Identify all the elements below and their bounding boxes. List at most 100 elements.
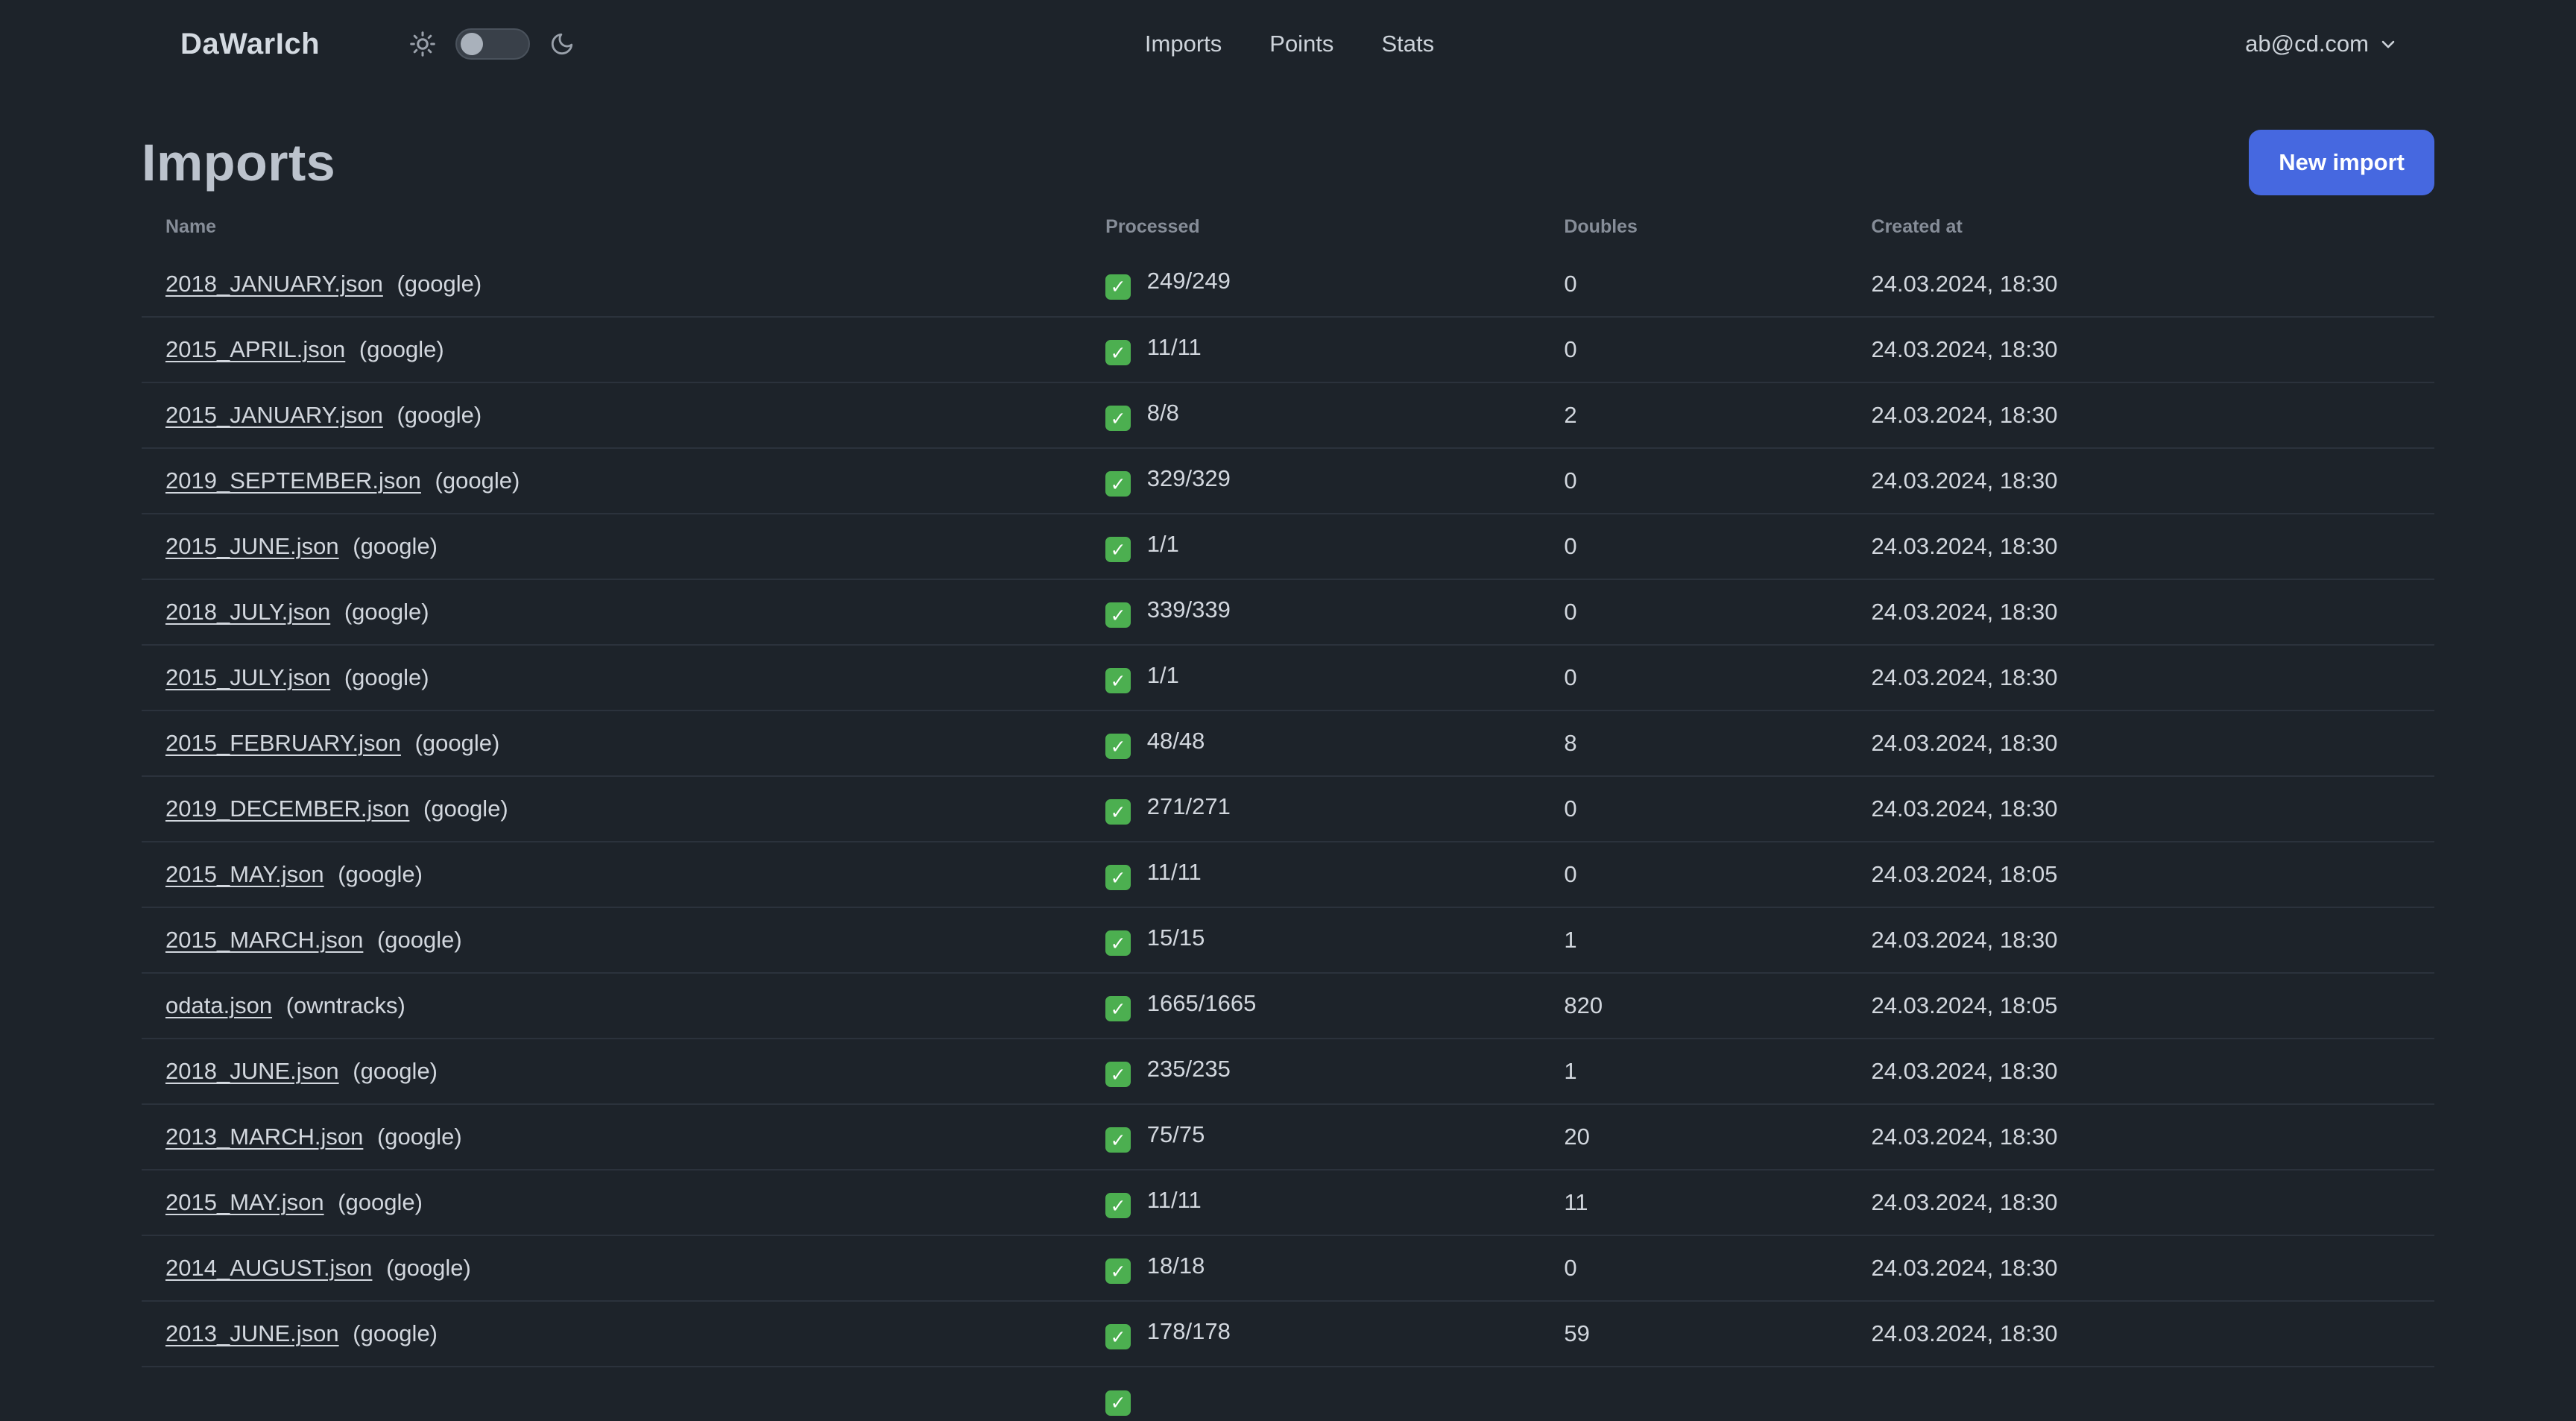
created-at-cell: 24.03.2024, 18:30: [1847, 907, 2434, 974]
import-source: (owntracks): [285, 992, 405, 1018]
table-row: 2015_JUNE.json (google) ✓ 1/1 0 24.03.20…: [142, 514, 2434, 580]
created-at-cell: 24.03.2024, 18:30: [1847, 448, 2434, 514]
import-file-link[interactable]: odata.json: [165, 992, 272, 1018]
table-row: 2018_JULY.json (google) ✓ 339/339 0 24.0…: [142, 579, 2434, 646]
import-file-link[interactable]: 2015_MAY.json: [165, 861, 324, 887]
chevron-down-icon: [2378, 34, 2399, 54]
name-cell: 2015_JULY.json (google): [142, 645, 1082, 711]
processed-cell: ✓ 11/11: [1082, 842, 1541, 908]
success-check-icon: ✓: [1105, 471, 1131, 497]
success-check-icon: ✓: [1105, 1127, 1131, 1153]
page-header: Imports New import: [142, 130, 2434, 195]
success-check-icon: ✓: [1105, 1193, 1131, 1219]
import-source: (google): [338, 861, 423, 887]
success-check-icon: ✓: [1105, 406, 1131, 432]
processed-count: 1/1: [1146, 661, 1179, 688]
success-check-icon: ✓: [1105, 340, 1131, 366]
import-file-link[interactable]: 2018_JULY.json: [165, 599, 330, 625]
column-header-name: Name: [165, 216, 217, 237]
processed-count: 15/15: [1146, 924, 1205, 951]
success-check-icon: ✓: [1105, 865, 1131, 891]
doubles-cell: 1: [1540, 907, 1848, 974]
processed-cell: ✓ 178/178: [1082, 1301, 1541, 1367]
import-file-link[interactable]: 2015_JULY.json: [165, 664, 330, 690]
processed-cell: ✓ 48/48: [1082, 710, 1541, 777]
import-source: (google): [344, 664, 429, 690]
import-file-link[interactable]: 2015_FEBRUARY.json: [165, 730, 401, 756]
created-at-cell: 24.03.2024, 18:30: [1847, 645, 2434, 711]
import-file-link[interactable]: 2015_JUNE.json: [165, 533, 339, 559]
name-cell: 2015_JANUARY.json (google): [142, 382, 1082, 449]
doubles-cell: 59: [1540, 1301, 1848, 1367]
processed-cell: ✓ 249/249: [1082, 251, 1541, 318]
import-file-link[interactable]: 2019_DECEMBER.json: [165, 795, 409, 822]
import-file-link[interactable]: 2015_JANUARY.json: [165, 402, 383, 428]
success-check-icon: ✓: [1105, 1062, 1131, 1088]
table-row: 2013_JUNE.json (google) ✓ 178/178 59 24.…: [142, 1301, 2434, 1367]
success-check-icon: ✓: [1105, 274, 1131, 300]
import-file-link[interactable]: 2018_JANUARY.json: [165, 271, 383, 297]
table-row: 2018_JUNE.json (google) ✓ 235/235 1 24.0…: [142, 1039, 2434, 1105]
created-at-cell: 24.03.2024, 18:30: [1847, 514, 2434, 580]
processed-count: 271/271: [1146, 793, 1231, 819]
doubles-cell: 0: [1540, 514, 1848, 580]
processed-cell: ✓ 271/271: [1082, 776, 1541, 842]
processed-count: 329/329: [1146, 464, 1231, 491]
doubles-cell: 0: [1540, 317, 1848, 383]
nav-link-imports[interactable]: Imports: [1145, 31, 1222, 57]
created-at-cell: 24.03.2024, 18:30: [1847, 579, 2434, 646]
name-cell: 2015_APRIL.json (google): [142, 317, 1082, 383]
doubles-cell: 0: [1540, 645, 1848, 711]
nav-link-stats[interactable]: Stats: [1381, 31, 1434, 57]
imports-page: Imports New import Name Processed Double…: [0, 130, 2576, 1421]
doubles-cell: 8: [1540, 710, 1848, 777]
success-check-icon: ✓: [1105, 668, 1131, 694]
import-file-link[interactable]: 2015_MAY.json: [165, 1189, 324, 1215]
processed-cell: ✓ 1665/1665: [1082, 973, 1541, 1039]
name-cell: odata.json (owntracks): [142, 973, 1082, 1039]
import-file-link[interactable]: 2014_AUGUST.json: [165, 1255, 372, 1281]
new-import-button[interactable]: New import: [2249, 130, 2434, 195]
created-at-cell: 24.03.2024, 18:30: [1847, 382, 2434, 449]
import-file-link[interactable]: 2015_MARCH.json: [165, 927, 363, 953]
import-file-link[interactable]: 2018_JUNE.json: [165, 1058, 339, 1084]
brand-logo[interactable]: DaWarIch: [180, 28, 320, 61]
processed-count: 75/75: [1146, 1121, 1205, 1147]
doubles-cell: 1: [1540, 1039, 1848, 1105]
import-file-link[interactable]: 2019_SEPTEMBER.json: [165, 467, 421, 494]
table-row: 2015_MAY.json (google) ✓ 11/11 11 24.03.…: [142, 1170, 2434, 1236]
import-file-link[interactable]: 2013_MARCH.json: [165, 1124, 363, 1150]
name-cell: 2015_JUNE.json (google): [142, 514, 1082, 580]
processed-cell: ✓ 235/235: [1082, 1039, 1541, 1105]
import-source: (google): [423, 795, 508, 822]
theme-toggle-group: [409, 28, 575, 60]
doubles-cell: 0: [1540, 579, 1848, 646]
import-source: (google): [359, 336, 444, 362]
nav-link-points[interactable]: Points: [1269, 31, 1333, 57]
name-cell: 2015_MARCH.json (google): [142, 907, 1082, 974]
theme-toggle-switch[interactable]: [455, 28, 531, 60]
processed-count: 18/18: [1146, 1252, 1205, 1279]
import-source: (google): [397, 270, 482, 297]
success-check-icon: ✓: [1105, 1324, 1131, 1350]
table-row: 2015_MAY.json (google) ✓ 11/11 0 24.03.2…: [142, 842, 2434, 908]
partial-processed-cell: ✓: [1082, 1367, 1540, 1421]
processed-count: 1/1: [1146, 530, 1179, 557]
imports-table-body: 2018_JANUARY.json (google) ✓ 249/249 0 2…: [142, 251, 2434, 1367]
success-check-icon: ✓: [1105, 734, 1131, 760]
user-menu[interactable]: ab@cd.com: [2245, 31, 2399, 57]
name-cell: 2018_JUNE.json (google): [142, 1039, 1082, 1105]
import-file-link[interactable]: 2013_JUNE.json: [165, 1320, 339, 1346]
doubles-cell: 0: [1540, 1235, 1848, 1302]
name-cell: 2013_MARCH.json (google): [142, 1104, 1082, 1170]
doubles-cell: 20: [1540, 1104, 1848, 1170]
sun-icon: [409, 31, 436, 57]
table-row: 2015_JULY.json (google) ✓ 1/1 0 24.03.20…: [142, 645, 2434, 711]
user-email: ab@cd.com: [2245, 31, 2369, 57]
created-at-cell: 24.03.2024, 18:05: [1847, 842, 2434, 908]
import-source: (google): [435, 467, 520, 494]
imports-table-partial: ✓: [142, 1367, 2434, 1421]
doubles-cell: 0: [1540, 842, 1848, 908]
import-file-link[interactable]: 2015_APRIL.json: [165, 336, 345, 362]
processed-cell: ✓ 11/11: [1082, 1170, 1541, 1236]
